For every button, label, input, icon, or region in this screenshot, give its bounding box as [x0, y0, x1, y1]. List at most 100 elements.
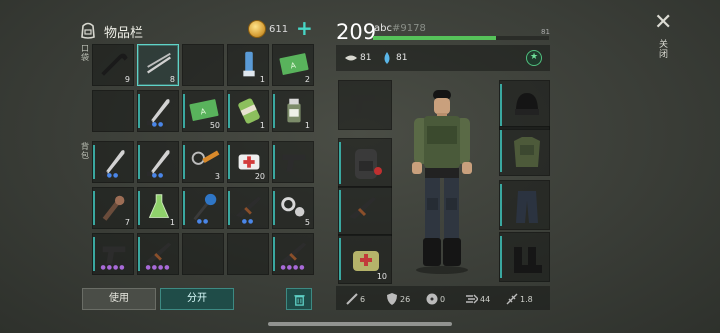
equipment-slot-right[interactable] — [499, 232, 550, 282]
inventory-slot[interactable]: ●● — [182, 187, 224, 229]
slot-rarity-bar — [500, 130, 502, 172]
equipment-slot-right[interactable] — [499, 80, 550, 130]
inventory-slot[interactable]: 1 — [137, 187, 179, 229]
slot-quality-dots: ●● — [151, 172, 165, 179]
equipment-slot-left[interactable] — [338, 186, 392, 236]
inventory-slot[interactable]: ●●●● — [92, 233, 134, 275]
xp-value: 81 — [541, 28, 550, 36]
home-indicator[interactable] — [268, 322, 452, 326]
slot-quality-dots: ●●●● — [280, 264, 306, 271]
equipment-slot-left[interactable] — [338, 138, 392, 188]
radiation-icon — [426, 293, 438, 305]
slot-rarity-bar — [183, 145, 185, 179]
slot-count: 2 — [304, 75, 310, 84]
character-figure — [412, 90, 472, 274]
slot-rarity-bar — [138, 191, 140, 225]
inventory-slot[interactable]: ●●●● — [137, 233, 179, 275]
slot-count: 9 — [124, 75, 130, 84]
armor-value: 26 — [400, 295, 411, 304]
favorite-button[interactable]: ★ — [526, 50, 542, 66]
inventory-slot[interactable]: 7 — [92, 187, 134, 229]
slot-rarity-bar — [183, 94, 185, 128]
player-level: 209 — [336, 20, 377, 44]
slot-rarity-bar — [500, 84, 502, 126]
speed-value: 44 — [480, 295, 491, 304]
speed-icon — [466, 294, 478, 304]
slot-count: 1 — [169, 218, 175, 227]
pistol-icon — [351, 95, 375, 113]
equipment-slot-left[interactable]: 10 — [338, 234, 392, 284]
slot-rarity-bar — [273, 94, 275, 128]
slot-count: 10 — [376, 272, 387, 281]
xp-bar — [373, 36, 549, 40]
trash-button[interactable] — [286, 288, 312, 310]
slot-count: 1 — [259, 75, 265, 84]
add-coins-button[interactable]: + — [296, 18, 313, 38]
slot-rarity-bar — [500, 184, 502, 226]
inventory-slot[interactable]: ●●●● — [272, 233, 314, 275]
slot-rarity-bar — [273, 145, 275, 179]
slot-quality-dots: ●●●● — [145, 264, 171, 271]
slot-rarity-bar — [500, 236, 502, 278]
inventory-slot[interactable]: 1 — [272, 90, 314, 132]
star-icon: ★ — [530, 52, 539, 62]
inventory-slot[interactable]: 1 — [227, 90, 269, 132]
slot-count: 3 — [214, 172, 220, 181]
trash-icon — [293, 295, 305, 306]
pocket-label: 口袋 — [81, 44, 89, 62]
combat-stats: 6 26 0 44 1.8 — [336, 286, 550, 310]
backpack-icon — [81, 22, 95, 39]
crit-value: 1.8 — [520, 295, 533, 304]
player-id: #9178 — [391, 23, 426, 34]
inventory-slot[interactable]: A 50 — [182, 90, 224, 132]
vest-icon — [514, 137, 540, 167]
use-button[interactable]: 使用 — [82, 288, 156, 310]
inventory-slot[interactable]: ●● — [92, 141, 134, 183]
inventory-slot[interactable]: 9 — [92, 44, 134, 86]
inventory-slot[interactable] — [182, 233, 224, 275]
inventory-slot[interactable]: 3 — [182, 141, 224, 183]
close-button[interactable]: ✕ — [654, 12, 672, 34]
coin-icon — [248, 20, 266, 38]
thirst-value: 81 — [396, 53, 408, 63]
inventory-slot[interactable] — [227, 233, 269, 275]
inventory-slot[interactable] — [272, 141, 314, 183]
slot-count: 1 — [259, 121, 265, 130]
slot-count: 20 — [254, 172, 265, 181]
inventory-slot[interactable]: ●● — [137, 141, 179, 183]
inventory-slot[interactable]: ●● — [227, 187, 269, 229]
rifle-icon — [349, 197, 376, 219]
inventory-title: 物品栏 — [104, 26, 144, 41]
attack-icon — [346, 293, 358, 305]
slot-count: 1 — [304, 121, 310, 130]
equipment-slot-right[interactable] — [499, 126, 550, 176]
pants-icon — [516, 191, 538, 223]
slot-rarity-bar — [339, 142, 341, 184]
inventory-slot[interactable] — [182, 44, 224, 86]
water-drop-icon — [384, 52, 390, 64]
equipment-slot-left[interactable] — [338, 80, 392, 130]
inventory-slot[interactable]: ●● — [137, 90, 179, 132]
backpack-label: 背包 — [81, 142, 89, 160]
inventory-slot[interactable]: 5 — [272, 187, 314, 229]
pistol-icon — [282, 154, 306, 172]
close-label: 关闭 — [659, 40, 669, 60]
xp-bar-fill — [373, 36, 497, 40]
inventory-slot[interactable]: A2 — [272, 44, 314, 86]
player-name-text: abc — [374, 23, 392, 34]
inventory-slot[interactable]: 20 — [227, 141, 269, 183]
equipment-slot-right[interactable] — [499, 180, 550, 230]
inventory-slot[interactable]: 8 — [137, 44, 179, 86]
radiation-value: 0 — [440, 295, 446, 304]
slot-rarity-bar — [339, 190, 341, 232]
inventory-slot[interactable] — [92, 90, 134, 132]
inventory-header: 物品栏 611 + — [78, 18, 318, 44]
split-button[interactable]: 分开 — [160, 288, 234, 310]
hunger-icon — [345, 55, 357, 61]
slot-count: 7 — [124, 218, 130, 227]
slot-rarity-bar — [228, 145, 230, 179]
inventory-slot[interactable]: 1 — [227, 44, 269, 86]
slot-rarity-bar — [228, 94, 230, 128]
beanie-icon — [515, 93, 539, 115]
slot-quality-dots: ●● — [106, 172, 120, 179]
